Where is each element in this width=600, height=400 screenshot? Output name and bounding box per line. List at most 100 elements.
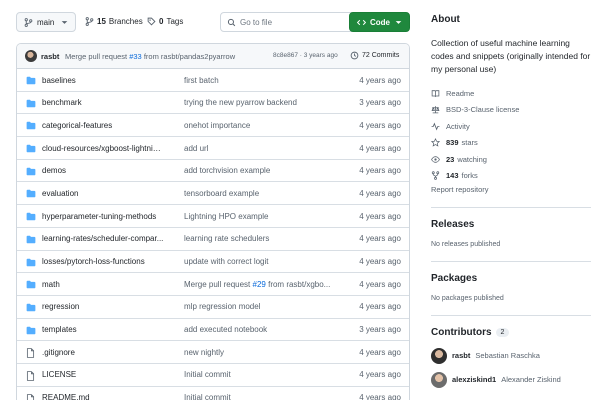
contributor-item[interactable]: rasbt Sebastian Raschka bbox=[431, 345, 591, 366]
about-meta: Readme BSD-3-Clause license Activity 839… bbox=[431, 85, 591, 194]
commit-message[interactable]: Merge pull request #33 from rasbt/pandas… bbox=[65, 52, 235, 61]
file-name[interactable]: benchmark bbox=[42, 98, 164, 107]
file-name[interactable]: demos bbox=[42, 166, 164, 175]
branch-selector-button[interactable]: main bbox=[16, 12, 76, 32]
go-to-file-input[interactable]: Go to file bbox=[220, 12, 360, 32]
book-icon bbox=[431, 89, 440, 98]
file-name[interactable]: evaluation bbox=[42, 189, 164, 198]
file-age: 4 years ago bbox=[359, 347, 401, 357]
contributor-login[interactable]: rasbt bbox=[452, 351, 470, 360]
table-row[interactable]: math Merge pull request #29 from rasbt/xg… bbox=[17, 273, 409, 296]
file-name[interactable]: regression bbox=[42, 302, 164, 311]
file-name[interactable]: .gitignore bbox=[42, 348, 164, 357]
file-commit-message[interactable]: Initial commit bbox=[184, 393, 344, 400]
table-row[interactable]: LICENSE Initial commit 4 years ago bbox=[17, 364, 409, 387]
table-row[interactable]: categorical-features onehot importance 4 y… bbox=[17, 114, 409, 138]
branches-link[interactable]: 15 Branches bbox=[85, 17, 143, 26]
git-branch-icon bbox=[85, 17, 94, 26]
file-name[interactable]: categorical-features bbox=[42, 121, 164, 130]
readme-link[interactable]: Readme bbox=[431, 85, 591, 102]
tags-link[interactable]: 0 Tags bbox=[147, 17, 183, 26]
file-age: 4 years ago bbox=[359, 393, 401, 400]
releases-heading[interactable]: Releases bbox=[431, 219, 591, 230]
file-age: 4 years ago bbox=[359, 234, 401, 244]
folder-icon bbox=[26, 121, 36, 130]
file-name[interactable]: templates bbox=[42, 325, 164, 334]
file-commit-message[interactable]: Merge pull request #29 from rasbt/xgbo..… bbox=[184, 280, 344, 289]
about-heading: About bbox=[431, 14, 460, 25]
watching-count: 23 bbox=[446, 154, 455, 164]
report-repository-link[interactable]: Report repository bbox=[431, 185, 591, 194]
table-row[interactable]: cloud-resources/xgboost-lightning... add … bbox=[17, 137, 409, 160]
table-row[interactable]: hyperparameter-tuning-methods Lightning H… bbox=[17, 205, 409, 228]
table-row[interactable]: README.md Initial commit 4 years ago bbox=[17, 387, 409, 400]
stars-count: 839 bbox=[446, 138, 459, 148]
stars-link[interactable]: 839 stars bbox=[431, 135, 591, 152]
file-name[interactable]: README.md bbox=[42, 393, 164, 400]
contributor-login[interactable]: alexziskind1 bbox=[452, 375, 496, 384]
file-name[interactable]: baselines bbox=[42, 76, 164, 85]
file-commit-message[interactable]: learning rate schedulers bbox=[184, 234, 344, 243]
code-icon bbox=[357, 18, 366, 27]
file-age: 4 years ago bbox=[359, 75, 401, 85]
packages-heading[interactable]: Packages bbox=[431, 273, 591, 284]
contributor-list: rasbt Sebastian Raschka alexziskind1 Ale… bbox=[431, 345, 591, 390]
table-row[interactable]: regression mlp regression model 4 years ag… bbox=[17, 296, 409, 319]
file-commit-message[interactable]: Initial commit bbox=[184, 370, 344, 379]
avatar[interactable] bbox=[431, 371, 447, 388]
avatar[interactable] bbox=[25, 50, 37, 62]
table-row[interactable]: benchmark trying the new pyarrow backend 3… bbox=[17, 92, 409, 115]
table-row[interactable]: losses/pytorch-loss-functions update with… bbox=[17, 251, 409, 274]
search-icon bbox=[227, 18, 236, 27]
packages-empty: No packages published bbox=[431, 295, 504, 302]
code-button[interactable]: Code bbox=[349, 12, 410, 32]
file-commit-message[interactable]: mlp regression model bbox=[184, 302, 344, 311]
file-commit-message[interactable]: trying the new pyarrow backend bbox=[184, 98, 344, 107]
file-commit-message[interactable]: first batch bbox=[184, 76, 344, 85]
file-commit-message[interactable]: new nightly bbox=[184, 348, 344, 357]
branches-count: 15 bbox=[97, 17, 106, 26]
license-link[interactable]: BSD-3-Clause license bbox=[431, 102, 591, 119]
table-row[interactable]: demos add torchvision example 4 years ago bbox=[17, 160, 409, 183]
file-commit-pr-link[interactable]: #29 bbox=[253, 280, 266, 289]
contributor-item[interactable]: alexziskind1 Alexander Ziskind bbox=[431, 369, 591, 390]
chevron-down-icon bbox=[61, 19, 68, 26]
table-row[interactable]: evaluation tensorboard example 4 years ago bbox=[17, 182, 409, 206]
file-commit-message[interactable]: onehot importance bbox=[184, 121, 344, 130]
file-commit-message[interactable]: tensorboard example bbox=[184, 189, 344, 198]
repo-toolbar: main 15 Branches 0 Tags Go to file Code bbox=[16, 12, 410, 34]
file-age: 4 years ago bbox=[359, 302, 401, 312]
commits-link[interactable]: 72 Commits bbox=[350, 51, 399, 60]
file-name[interactable]: math bbox=[42, 280, 164, 289]
file-age: 4 years ago bbox=[359, 188, 401, 198]
commit-pr-link[interactable]: #33 bbox=[129, 52, 142, 61]
table-row[interactable]: .gitignore new nightly 4 years ago bbox=[17, 341, 409, 364]
folder-icon bbox=[26, 212, 36, 221]
star-icon bbox=[431, 138, 440, 147]
commit-author[interactable]: rasbt bbox=[41, 52, 59, 61]
avatar[interactable] bbox=[431, 347, 447, 364]
contributors-heading[interactable]: Contributors 2 bbox=[431, 327, 591, 338]
table-row[interactable]: baselines first batch 4 years ago bbox=[17, 69, 409, 92]
table-row[interactable]: templates add executed notebook 3 years ag… bbox=[17, 319, 409, 342]
file-commit-message[interactable]: update with correct logit bbox=[184, 257, 344, 266]
file-name[interactable]: hyperparameter-tuning-methods bbox=[42, 212, 164, 221]
tags-label: Tags bbox=[166, 17, 184, 26]
table-row[interactable]: learning-rates/scheduler-compar... learni… bbox=[17, 228, 409, 251]
file-name[interactable]: LICENSE bbox=[42, 370, 164, 379]
watchers-link[interactable]: 23 watching bbox=[431, 151, 591, 168]
file-name[interactable]: losses/pytorch-loss-functions bbox=[42, 257, 164, 266]
file-commit-message[interactable]: add executed notebook bbox=[184, 325, 344, 334]
folder-icon bbox=[26, 280, 36, 289]
commit-hash[interactable]: 8c8e867 bbox=[273, 52, 298, 59]
divider bbox=[431, 207, 591, 208]
file-name[interactable]: cloud-resources/xgboost-lightning... bbox=[42, 144, 164, 153]
file-commit-message[interactable]: add torchvision example bbox=[184, 166, 344, 175]
folder-icon bbox=[26, 258, 36, 267]
commit-hash-age[interactable]: 8c8e867 · 3 years ago bbox=[273, 52, 338, 59]
forks-link[interactable]: 143 forks bbox=[431, 168, 591, 185]
file-name[interactable]: learning-rates/scheduler-compar... bbox=[42, 234, 164, 243]
activity-link[interactable]: Activity bbox=[431, 118, 591, 135]
file-commit-message[interactable]: add url bbox=[184, 144, 344, 153]
file-commit-message[interactable]: Lightning HPO example bbox=[184, 212, 344, 221]
